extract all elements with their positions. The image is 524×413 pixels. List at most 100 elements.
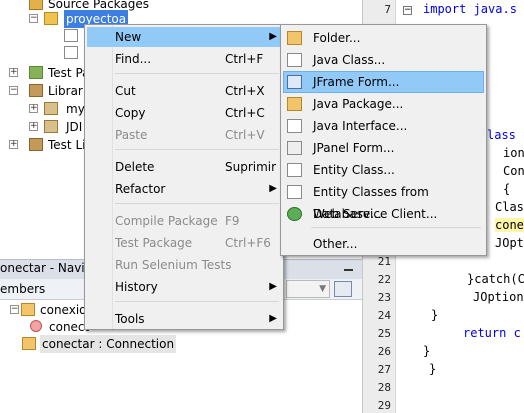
collapse-icon[interactable]: − xyxy=(9,86,18,95)
menu-item-label: Tools xyxy=(115,312,145,326)
menu-item-label: History xyxy=(115,280,158,294)
expand-icon[interactable]: + xyxy=(9,68,18,77)
submenu-item-jframe-form[interactable]: JFrame Form... xyxy=(283,71,484,93)
submenu-item-web-service-client[interactable]: Web Service Client... xyxy=(283,203,484,225)
line-number: 7 xyxy=(384,3,391,16)
folder-icon xyxy=(287,31,302,45)
menu-item-refactor[interactable]: Refactor ▶ xyxy=(87,179,281,199)
submenu-item-java-package[interactable]: Java Package... xyxy=(283,93,484,115)
menu-item-copy[interactable]: Copy Ctrl+C xyxy=(87,103,281,123)
java-interface-icon xyxy=(287,119,302,133)
submenu-arrow-icon: ▶ xyxy=(269,31,277,42)
menu-item-shortcut: Ctrl+F xyxy=(225,52,264,66)
line-number: 29 xyxy=(377,399,391,412)
menu-item-shortcut: Ctrl+V xyxy=(225,128,265,142)
java-file-icon xyxy=(64,46,78,59)
menu-item-test-package[interactable]: Test Package Ctrl+F6 xyxy=(87,233,281,253)
menu-item-cut[interactable]: Cut Ctrl+X xyxy=(87,81,281,101)
code-line[interactable]: cone xyxy=(495,218,524,232)
menu-item-tools[interactable]: Tools ▶ xyxy=(87,309,281,329)
code-line[interactable]: JOpt xyxy=(495,236,524,250)
submenu-item-entity-class[interactable]: Entity Class... xyxy=(283,159,484,181)
field-icon xyxy=(22,337,36,350)
code-line[interactable]: } xyxy=(431,308,438,322)
submenu-item-jpanel-form[interactable]: JPanel Form... xyxy=(283,137,484,159)
submenu-item-label: Folder... xyxy=(313,31,361,45)
submenu-arrow-icon: ▶ xyxy=(269,281,277,292)
submenu-item-label: Java Class... xyxy=(313,53,386,67)
method-icon xyxy=(30,320,42,332)
line-number: 27 xyxy=(377,363,391,376)
code-line[interactable]: { xyxy=(503,182,510,196)
line-number: 26 xyxy=(377,345,391,358)
jpanel-form-icon xyxy=(287,141,302,155)
menu-item-label: Refactor xyxy=(115,182,166,196)
code-line[interactable]: } xyxy=(429,362,436,376)
menu-item-shortcut: Ctrl+C xyxy=(225,106,265,120)
submenu-arrow-icon: ▶ xyxy=(269,313,277,324)
libraries-icon xyxy=(29,84,43,97)
line-number: 23 xyxy=(377,291,391,304)
code-line[interactable]: JOption xyxy=(473,290,524,304)
code-line[interactable]: ion c xyxy=(503,146,524,160)
submenu-item-folder[interactable]: Folder... xyxy=(283,27,484,49)
menu-item-run-selenium-tests[interactable]: Run Selenium Tests xyxy=(87,255,281,275)
submenu-item-java-class[interactable]: Java Class... xyxy=(283,49,484,71)
submenu-item-java-interface[interactable]: Java Interface... xyxy=(283,115,484,137)
package-icon xyxy=(44,12,58,25)
menu-item-shortcut: Ctrl+F6 xyxy=(225,236,271,250)
minimize-icon[interactable] xyxy=(344,269,353,271)
code-line[interactable]: return c xyxy=(463,326,521,340)
fold-icon[interactable]: − xyxy=(403,6,412,15)
menu-item-label: Delete xyxy=(115,160,155,174)
collapse-icon[interactable]: − xyxy=(10,305,19,314)
web-service-client-icon xyxy=(287,207,302,221)
sort-options-icon[interactable] xyxy=(334,281,352,297)
members-label: embers xyxy=(0,282,46,296)
entity-classes-db-icon xyxy=(287,185,302,199)
code-line[interactable]: }catch(C xyxy=(467,272,524,286)
entity-class-icon xyxy=(287,163,302,177)
menu-separator xyxy=(115,301,279,302)
new-submenu[interactable]: Folder... Java Class... JFrame Form... Java… xyxy=(280,24,487,256)
submenu-item-entity-classes-from-database[interactable]: Entity Classes from Database... xyxy=(283,181,484,221)
code-line[interactable]: Conne xyxy=(503,164,524,178)
menu-item-history[interactable]: History ▶ xyxy=(87,277,281,297)
submenu-item-label: JPanel Form... xyxy=(313,141,395,155)
menu-item-shortcut: Suprimir xyxy=(225,160,277,174)
submenu-arrow-icon: ▶ xyxy=(269,183,277,194)
code-line[interactable]: Clas xyxy=(495,200,524,214)
code-line[interactable]: lass xyxy=(487,128,516,142)
expand-icon[interactable]: + xyxy=(29,104,38,113)
code-line[interactable]: } xyxy=(423,344,430,358)
menu-item-label: Copy xyxy=(115,106,146,120)
line-number: 28 xyxy=(377,381,391,394)
submenu-item-label: Other... xyxy=(313,237,358,251)
menu-separator xyxy=(311,227,481,228)
jar-icon xyxy=(44,102,58,115)
java-package-icon xyxy=(287,97,302,111)
menu-item-find[interactable]: Find... Ctrl+F xyxy=(87,49,281,69)
tree-label: conectar : Connection xyxy=(40,335,177,353)
submenu-item-label: Entity Class... xyxy=(313,163,395,177)
menu-item-new[interactable]: New ▶ xyxy=(87,27,281,47)
expand-icon[interactable]: + xyxy=(29,122,38,131)
filter-combo[interactable]: ▼ xyxy=(286,280,330,298)
menu-item-shortcut: F9 xyxy=(225,214,240,228)
menu-item-delete[interactable]: Delete Suprimir xyxy=(87,157,281,177)
submenu-item-other[interactable]: Other... xyxy=(283,233,484,255)
menu-item-paste[interactable]: Paste Ctrl+V xyxy=(87,125,281,145)
context-menu[interactable]: New ▶ Find... Ctrl+F Cut Ctrl+X Copy Ctrl+C Past… xyxy=(84,24,284,330)
menu-separator xyxy=(115,203,279,204)
expand-icon[interactable]: + xyxy=(9,140,18,149)
menu-item-compile-package[interactable]: Compile Package F9 xyxy=(87,211,281,231)
java-file-icon xyxy=(64,29,78,42)
line-number: 21 xyxy=(377,255,391,268)
line-number: 25 xyxy=(377,327,391,340)
submenu-item-label: Web Service Client... xyxy=(313,207,438,221)
collapse-icon[interactable]: − xyxy=(29,14,38,23)
menu-item-label: Find... xyxy=(115,52,152,66)
code-line[interactable]: import java.s xyxy=(423,2,517,16)
submenu-item-label: Java Interface... xyxy=(313,119,408,133)
source-packages-icon xyxy=(29,0,43,10)
